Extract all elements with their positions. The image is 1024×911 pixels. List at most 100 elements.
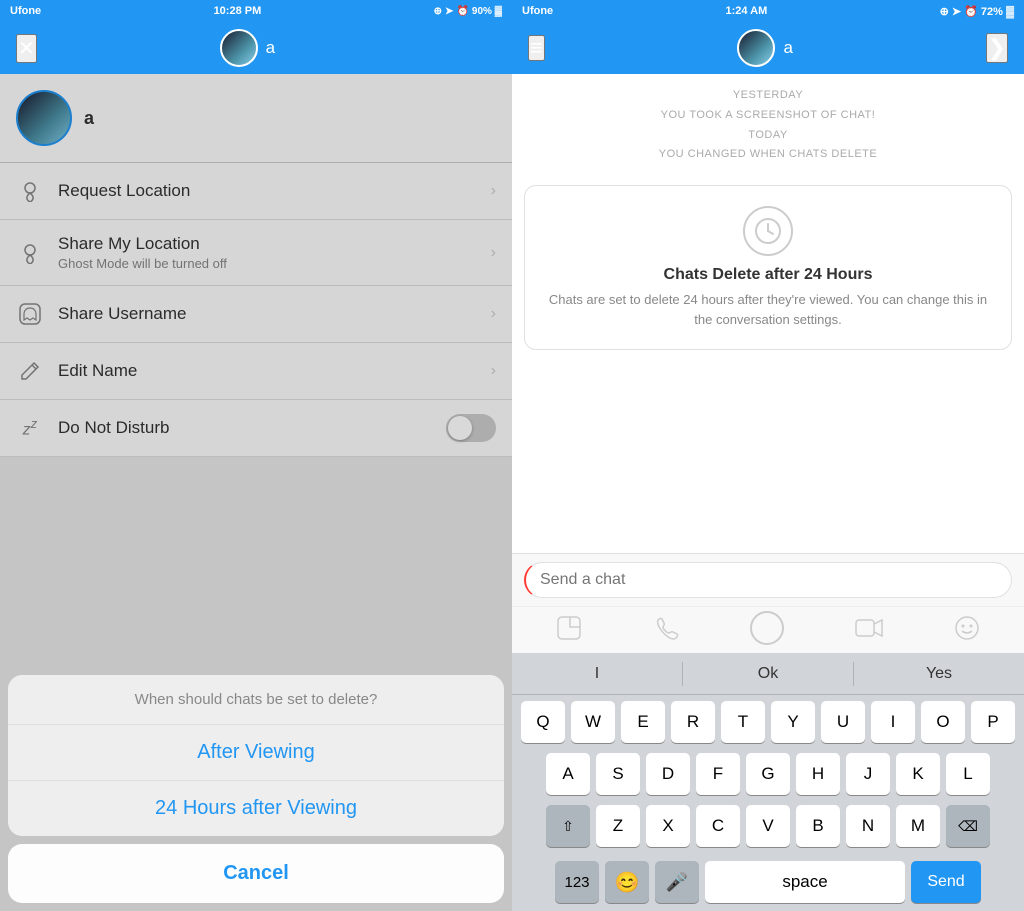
chat-delete-card: Chats Delete after 24 Hours Chats are se… <box>524 185 1012 350</box>
video-button[interactable] <box>855 618 883 638</box>
notif-changed: YOU CHANGED WHEN CHATS DELETE <box>524 145 1012 165</box>
key-j[interactable]: J <box>846 753 890 795</box>
notif-today: TODAY <box>524 126 1012 146</box>
nav-bar-left: ✕ a <box>0 22 512 74</box>
avatar-nav-left <box>220 29 258 67</box>
delete-key[interactable]: ⌫ <box>946 805 990 847</box>
cancel-button[interactable]: Cancel <box>8 844 504 903</box>
notif-yesterday: YESTERDAY <box>524 86 1012 106</box>
key-m[interactable]: M <box>896 805 940 847</box>
key-row-2: A S D F G H J K L <box>516 753 1020 795</box>
key-q[interactable]: Q <box>521 701 565 743</box>
send-icons-row <box>512 606 1024 653</box>
chat-card-desc: Chats are set to delete 24 hours after t… <box>541 290 995 329</box>
action-sheet-overlay: When should chats be set to delete? Afte… <box>0 74 512 911</box>
status-icons-left: ⊕ ➤ ⏰ 90% ▓ <box>434 6 502 17</box>
time-right: 1:24 AM <box>725 5 767 17</box>
sticker-button[interactable] <box>556 615 582 641</box>
nav-bar-right: ≡ a ❯ <box>512 22 1024 74</box>
action-sheet-title: When should chats be set to delete? <box>8 675 504 725</box>
key-i[interactable]: I <box>871 701 915 743</box>
key-h[interactable]: H <box>796 753 840 795</box>
nav-center-left: a <box>220 29 275 67</box>
chat-input-wrapper <box>524 562 1012 598</box>
phone-button[interactable] <box>653 615 679 641</box>
time-left: 10:28 PM <box>214 5 262 17</box>
key-s[interactable]: S <box>596 753 640 795</box>
key-k[interactable]: K <box>896 753 940 795</box>
key-p[interactable]: P <box>971 701 1015 743</box>
suggestion-i[interactable]: I <box>512 657 682 691</box>
location-icon: ⊕ <box>434 6 442 17</box>
action-sheet-cancel-group: Cancel <box>8 844 504 903</box>
alarm-icon-right: ⏰ <box>964 6 978 18</box>
chat-area: YESTERDAY YOU TOOK A SCREENSHOT OF CHAT!… <box>512 74 1024 653</box>
keyboard-rows: Q W E R T Y U I O P A S D F G H J K <box>512 695 1024 861</box>
camera-inner <box>758 619 776 637</box>
action-sheet-group: When should chats be set to delete? Afte… <box>8 675 504 836</box>
avatar-nav-right <box>737 29 775 67</box>
key-y[interactable]: Y <box>771 701 815 743</box>
keyboard-area: I Ok Yes Q W E R T Y U I O P A S <box>512 653 1024 911</box>
camera-circle <box>750 611 784 645</box>
key-e[interactable]: E <box>621 701 665 743</box>
suggestion-yes[interactable]: Yes <box>854 657 1024 691</box>
suggestion-ok[interactable]: Ok <box>683 657 853 691</box>
battery-left: 90% ▓ <box>472 6 502 17</box>
nav-username-right: a <box>783 38 792 58</box>
nav-username-left: a <box>266 38 275 58</box>
key-r[interactable]: R <box>671 701 715 743</box>
chat-notifications: YESTERDAY YOU TOOK A SCREENSHOT OF CHAT!… <box>512 74 1024 177</box>
emoji-key[interactable]: 😊 <box>605 861 649 903</box>
key-c[interactable]: C <box>696 805 740 847</box>
nav-center-right: a <box>737 29 792 67</box>
space-key[interactable]: space <box>705 861 905 903</box>
close-icon: ✕ <box>18 38 35 60</box>
send-key[interactable]: Send <box>911 861 981 903</box>
mic-key[interactable]: 🎤 <box>655 861 699 903</box>
chat-spacer <box>512 358 1024 553</box>
close-button[interactable]: ✕ <box>16 34 37 63</box>
key-g[interactable]: G <box>746 753 790 795</box>
hamburger-menu-button[interactable]: ≡ <box>528 35 545 61</box>
right-panel: Ufone 1:24 AM ⊕ ➤ ⏰ 72% ▓ ≡ a ❯ YESTERDA… <box>512 0 1024 911</box>
key-z[interactable]: Z <box>596 805 640 847</box>
key-o[interactable]: O <box>921 701 965 743</box>
emoji-button-chat[interactable] <box>954 615 980 641</box>
shift-key[interactable]: ⇧ <box>546 805 590 847</box>
left-content-dimmed: a Request Location › <box>0 74 512 911</box>
clock-icon <box>743 206 793 256</box>
carrier-right: Ufone <box>522 5 553 17</box>
status-bar-right: Ufone 1:24 AM ⊕ ➤ ⏰ 72% ▓ <box>512 0 1024 22</box>
keyboard-suggestions: I Ok Yes <box>512 653 1024 695</box>
key-b[interactable]: B <box>796 805 840 847</box>
24-hours-button[interactable]: 24 Hours after Viewing <box>8 781 504 836</box>
alarm-icon: ⏰ <box>456 6 468 17</box>
key-l[interactable]: L <box>946 753 990 795</box>
carrier-left: Ufone <box>10 5 41 17</box>
key-f[interactable]: F <box>696 753 740 795</box>
left-panel: Ufone 10:28 PM ⊕ ➤ ⏰ 90% ▓ ✕ a a <box>0 0 512 911</box>
key-n[interactable]: N <box>846 805 890 847</box>
hamburger-icon: ≡ <box>530 35 543 60</box>
key-w[interactable]: W <box>571 701 615 743</box>
camera-button[interactable] <box>750 611 784 645</box>
chat-input-area <box>512 553 1024 606</box>
gps-icon-right: ➤ <box>952 6 961 18</box>
key-t[interactable]: T <box>721 701 765 743</box>
next-button[interactable]: ❯ <box>986 33 1008 63</box>
key-u[interactable]: U <box>821 701 865 743</box>
chat-input[interactable] <box>524 562 1012 598</box>
key-d[interactable]: D <box>646 753 690 795</box>
key-x[interactable]: X <box>646 805 690 847</box>
after-viewing-button[interactable]: After Viewing <box>8 725 504 781</box>
action-sheet: When should chats be set to delete? Afte… <box>0 675 512 911</box>
location-icon-right: ⊕ <box>940 6 949 18</box>
battery-right: 72% ▓ <box>981 6 1014 18</box>
key-row-1: Q W E R T Y U I O P <box>516 701 1020 743</box>
key-v[interactable]: V <box>746 805 790 847</box>
key-row-3: ⇧ Z X C V B N M ⌫ <box>516 805 1020 847</box>
key-a[interactable]: A <box>546 753 590 795</box>
numbers-key[interactable]: 123 <box>555 861 599 903</box>
notif-screenshot: YOU TOOK A SCREENSHOT OF CHAT! <box>524 106 1012 126</box>
